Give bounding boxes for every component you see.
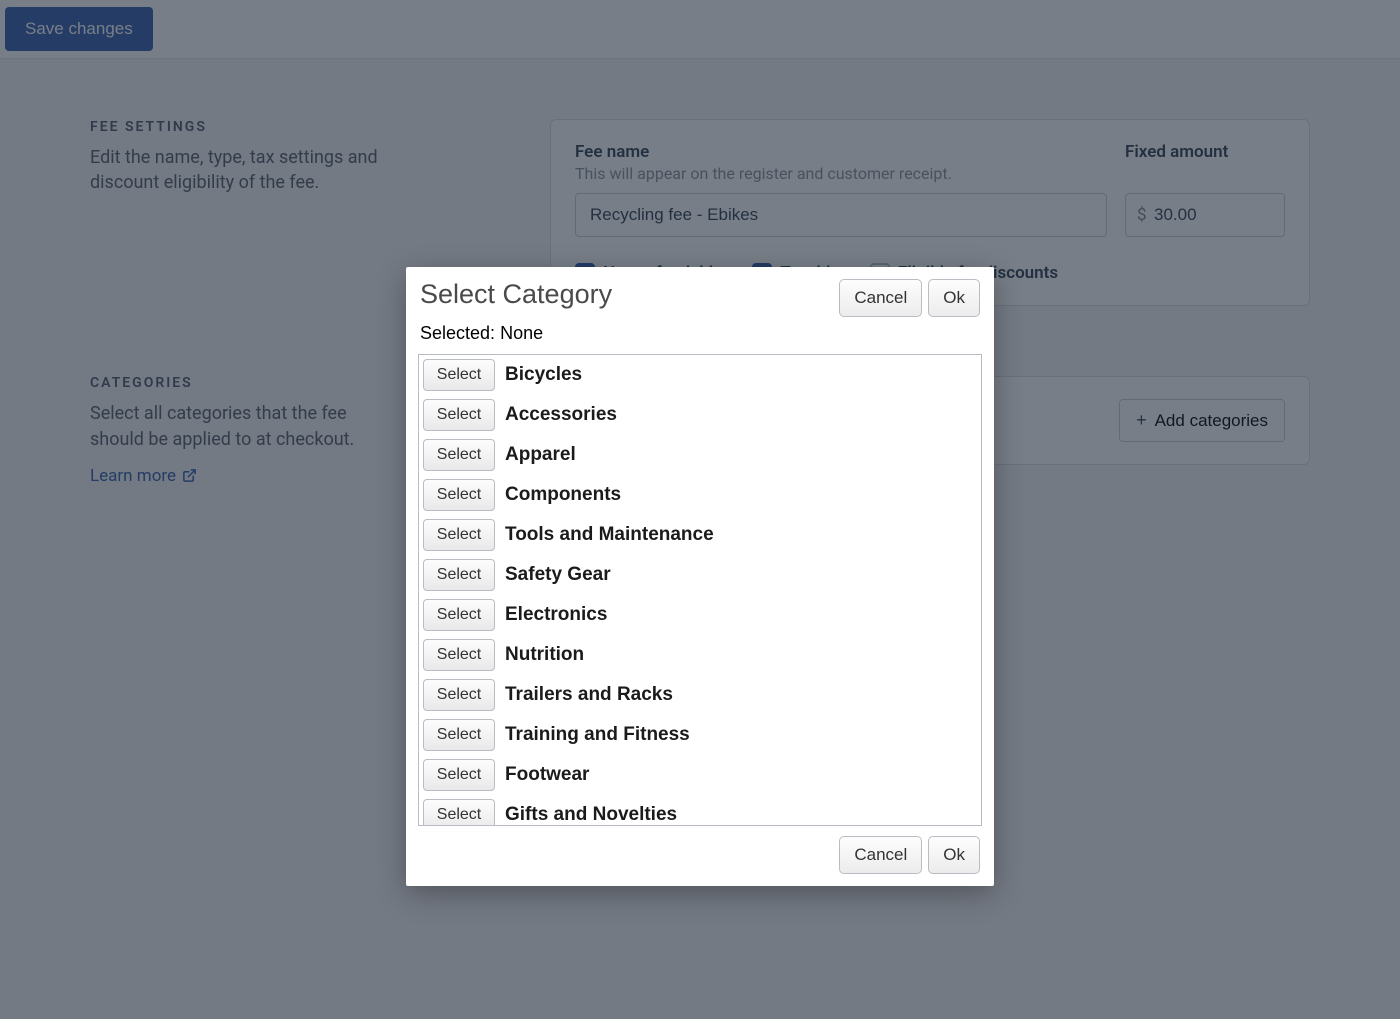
select-category-button[interactable]: Select	[423, 519, 495, 551]
select-category-button[interactable]: Select	[423, 439, 495, 471]
category-name: Safety Gear	[505, 564, 611, 586]
select-category-button[interactable]: Select	[423, 479, 495, 511]
category-row: Select Gifts and Novelties	[419, 795, 981, 825]
category-row: Select Training and Fitness	[419, 715, 981, 755]
select-category-button[interactable]: Select	[423, 679, 495, 711]
category-row: Select Apparel	[419, 435, 981, 475]
category-row: Select Trailers and Racks	[419, 675, 981, 715]
category-row: Select Footwear	[419, 755, 981, 795]
category-name: Nutrition	[505, 644, 584, 666]
category-row: Select Bicycles	[419, 355, 981, 395]
category-row: Select Accessories	[419, 395, 981, 435]
select-category-button[interactable]: Select	[423, 719, 495, 751]
select-category-button[interactable]: Select	[423, 759, 495, 791]
category-name: Components	[505, 484, 621, 506]
select-category-button[interactable]: Select	[423, 359, 495, 391]
select-category-modal: Select Category Cancel Ok Selected: None…	[406, 267, 994, 886]
category-row: Select Nutrition	[419, 635, 981, 675]
category-name: Footwear	[505, 764, 589, 786]
modal-list[interactable]: Select Bicycles Select Accessories Select App…	[419, 355, 981, 825]
category-name: Bicycles	[505, 364, 582, 386]
cancel-button-bottom[interactable]: Cancel	[839, 836, 922, 874]
category-name: Tools and Maintenance	[505, 524, 714, 546]
category-name: Accessories	[505, 404, 617, 426]
modal-list-container: Select Bicycles Select Accessories Select App…	[418, 354, 982, 826]
select-category-button[interactable]: Select	[423, 559, 495, 591]
select-category-button[interactable]: Select	[423, 639, 495, 671]
category-name: Electronics	[505, 604, 607, 626]
ok-button-top[interactable]: Ok	[928, 279, 980, 317]
category-row: Select Components	[419, 475, 981, 515]
category-name: Trailers and Racks	[505, 684, 673, 706]
category-name: Apparel	[505, 444, 576, 466]
ok-button-bottom[interactable]: Ok	[928, 836, 980, 874]
select-category-button[interactable]: Select	[423, 799, 495, 825]
modal-overlay[interactable]: Select Category Cancel Ok Selected: None…	[0, 0, 1400, 1019]
category-row: Select Tools and Maintenance	[419, 515, 981, 555]
category-row: Select Safety Gear	[419, 555, 981, 595]
category-name: Training and Fitness	[505, 724, 690, 746]
modal-selected-text: Selected: None	[420, 323, 980, 344]
select-category-button[interactable]: Select	[423, 599, 495, 631]
cancel-button-top[interactable]: Cancel	[839, 279, 922, 317]
category-name: Gifts and Novelties	[505, 804, 677, 825]
category-row: Select Electronics	[419, 595, 981, 635]
modal-title: Select Category	[420, 279, 612, 310]
select-category-button[interactable]: Select	[423, 399, 495, 431]
